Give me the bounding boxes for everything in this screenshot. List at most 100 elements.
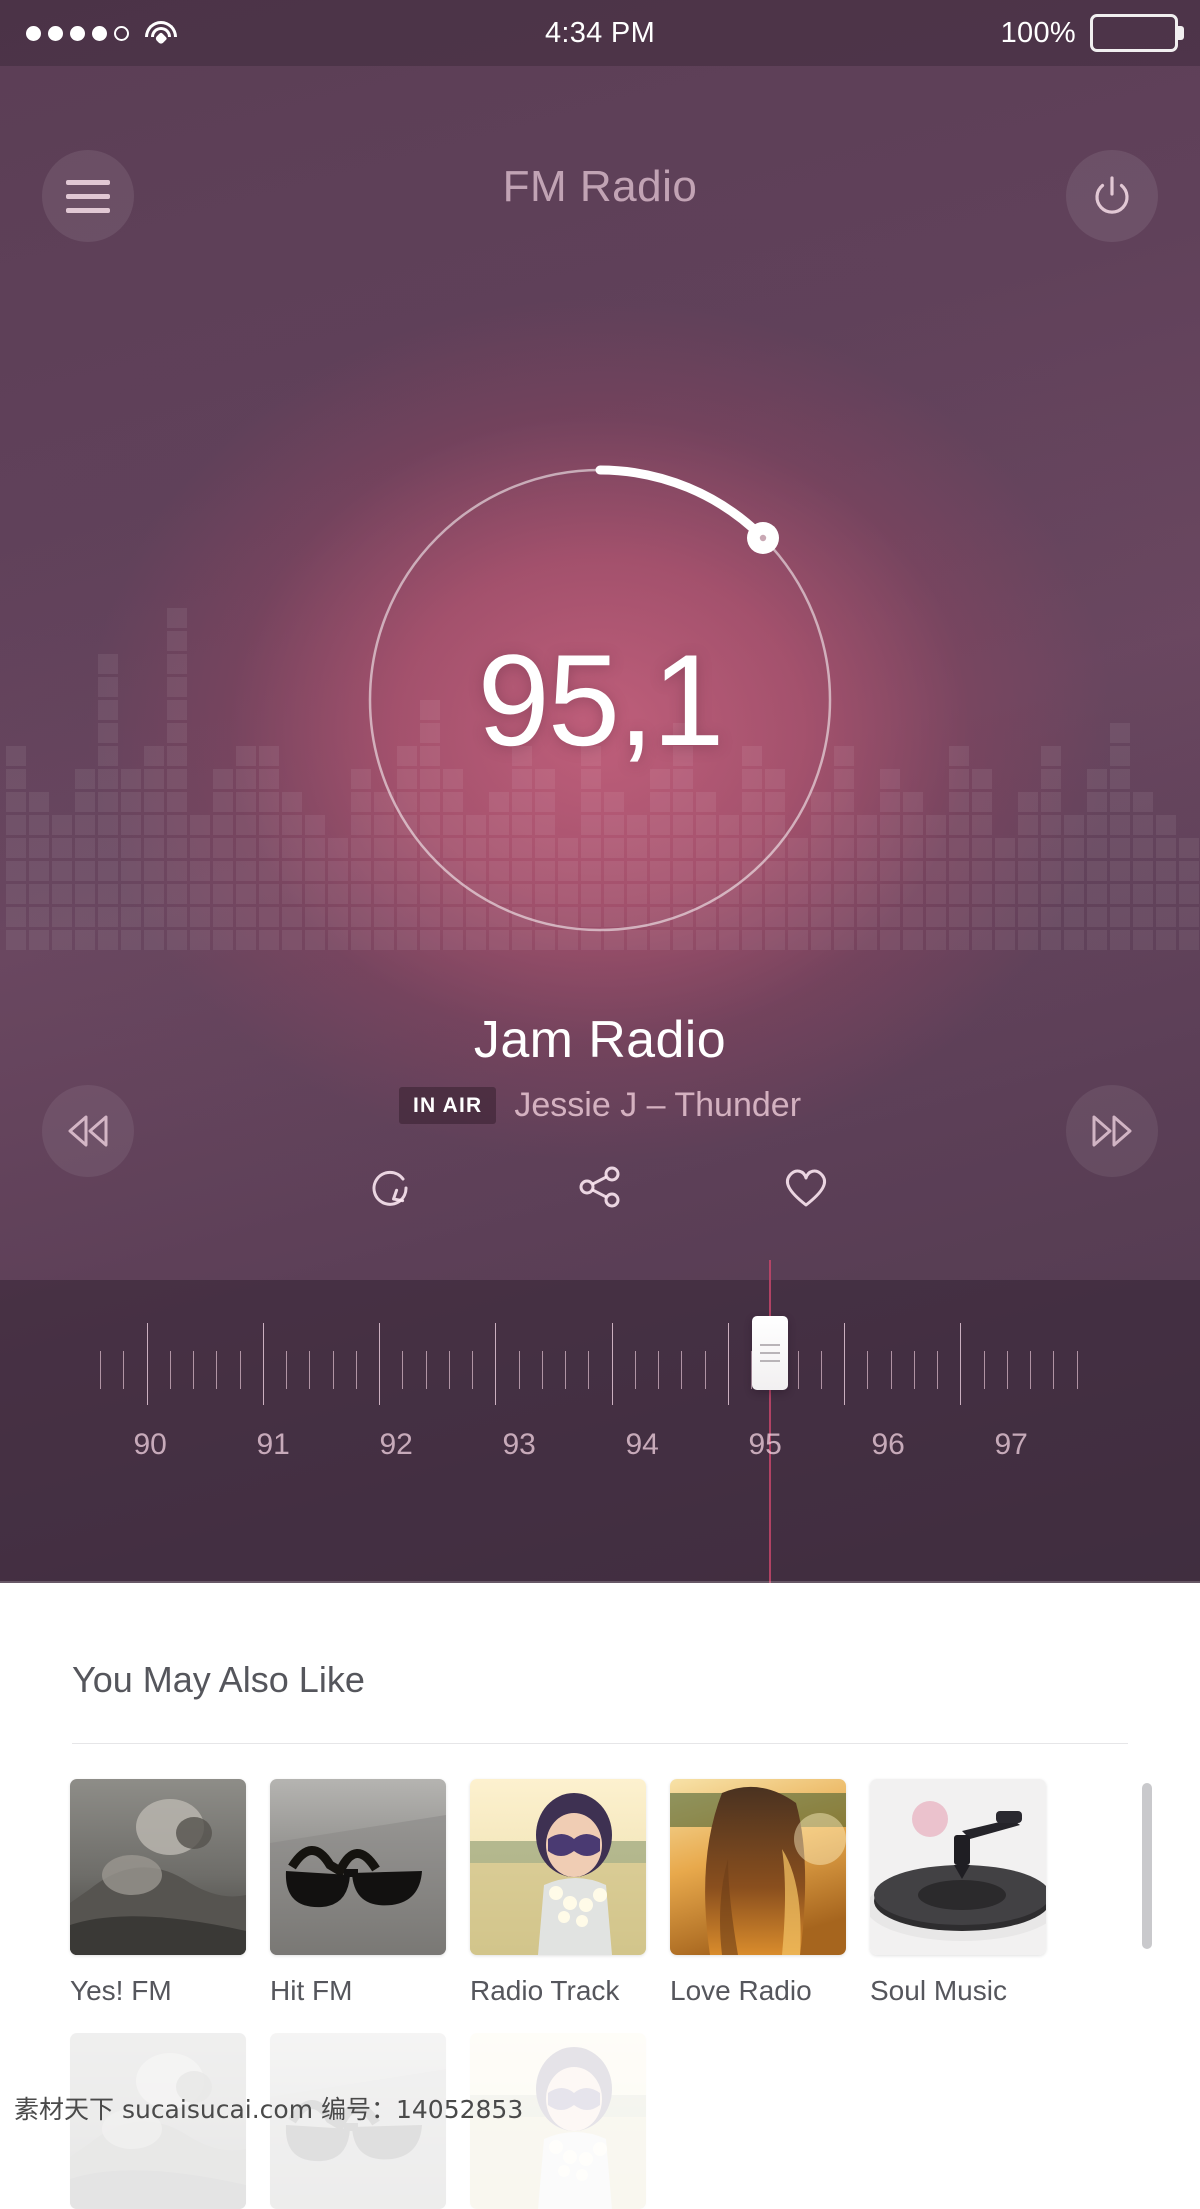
recommendations-panel: You May Also Like Yes! FM Hit FM Radio T… bbox=[0, 1583, 1200, 2209]
status-bar-right: 100% bbox=[1000, 14, 1184, 52]
action-bar bbox=[0, 1160, 1200, 1214]
station-card[interactable]: Love Radio bbox=[670, 1779, 846, 2007]
equalizer-column bbox=[190, 815, 210, 950]
previous-station-button[interactable] bbox=[42, 1085, 134, 1177]
favorite-button[interactable] bbox=[779, 1160, 833, 1214]
station-thumbnail[interactable] bbox=[670, 1779, 846, 1955]
station-thumbnail[interactable] bbox=[70, 1779, 246, 1955]
frequency-dial[interactable]: 95,1 bbox=[368, 465, 832, 932]
fast-forward-icon bbox=[1092, 1115, 1132, 1147]
player-panel: 4:34 PM 100% FM Radio 95,1 Jam Radio IN … bbox=[0, 0, 1200, 1583]
equalizer-column bbox=[857, 815, 877, 950]
station-thumbnail[interactable] bbox=[470, 1779, 646, 1955]
tuner-tick-minor bbox=[913, 1351, 915, 1389]
share-button[interactable] bbox=[573, 1160, 627, 1214]
equalizer-column bbox=[259, 746, 279, 950]
equalizer-column bbox=[880, 769, 900, 950]
equalizer-column bbox=[52, 815, 72, 950]
tuner-ticks bbox=[100, 1323, 1100, 1405]
station-card[interactable]: Soul Music bbox=[870, 1779, 1046, 2007]
tuner-label: 93 bbox=[502, 1428, 536, 1461]
section-title: You May Also Like bbox=[72, 1659, 365, 1700]
tuner-tick-minor bbox=[1076, 1351, 1078, 1389]
equalizer-column bbox=[1110, 723, 1130, 950]
tuner-tick-minor bbox=[1006, 1351, 1008, 1389]
repeat-button[interactable] bbox=[367, 1160, 421, 1214]
station-card-label: Yes! FM bbox=[70, 1975, 172, 2006]
tuner-tick-minor bbox=[658, 1351, 659, 1389]
tuner-tick-minor bbox=[588, 1351, 589, 1389]
battery-icon bbox=[1090, 14, 1184, 52]
equalizer-column bbox=[949, 746, 969, 950]
tuner-tick-major bbox=[146, 1323, 148, 1405]
tuner-label: 97 bbox=[994, 1428, 1028, 1461]
frequency-value: 95,1 bbox=[477, 627, 724, 773]
station-card[interactable]: Radio Track bbox=[470, 1779, 646, 2007]
tuner-tick-major bbox=[379, 1323, 380, 1405]
watermark: 素材天下 sucaisucai.com 编号：14052853 bbox=[14, 2095, 524, 2124]
tuner-tick-minor bbox=[867, 1351, 868, 1389]
station-thumbnail[interactable] bbox=[870, 1779, 1046, 1955]
tuner-tick-major bbox=[262, 1323, 264, 1405]
tuner-tick-minor bbox=[565, 1351, 566, 1389]
status-badge: IN AIR bbox=[398, 1087, 497, 1124]
recommendations-grid: Yes! FM Hit FM Radio Track Love Radio So… bbox=[70, 1779, 1130, 2007]
station-card[interactable]: Yes! FM bbox=[70, 1779, 246, 2007]
repeat-icon bbox=[372, 1170, 408, 1206]
heart-icon bbox=[785, 1169, 827, 1207]
station-card-label: Hit FM bbox=[270, 1975, 353, 2006]
tuner-tick-minor bbox=[634, 1351, 636, 1389]
tuner-tick-minor bbox=[355, 1351, 357, 1389]
tuner-tick-minor bbox=[797, 1351, 799, 1389]
tuner-labels: 90 91 92 93 94 95 96 97 bbox=[100, 1428, 1100, 1468]
tuner-scale[interactable]: 90 91 92 93 94 95 96 97 bbox=[0, 1260, 1200, 1583]
tuner-tick-minor bbox=[1053, 1351, 1054, 1389]
tuner-label: 94 bbox=[625, 1428, 659, 1461]
scrollbar-thumb[interactable] bbox=[1142, 1783, 1152, 1949]
equalizer-column bbox=[995, 838, 1015, 950]
power-button[interactable] bbox=[1066, 150, 1158, 242]
equalizer-column bbox=[903, 792, 923, 950]
tuner-tick-major bbox=[611, 1323, 613, 1405]
equalizer-column bbox=[305, 815, 325, 950]
equalizer-column bbox=[1087, 769, 1107, 950]
equalizer-column bbox=[6, 746, 26, 950]
tuner-tick-minor bbox=[425, 1351, 427, 1389]
tuner-tick-minor bbox=[402, 1351, 403, 1389]
equalizer-column bbox=[926, 815, 946, 950]
tuner-label: 92 bbox=[379, 1428, 413, 1461]
tuner-tick-minor bbox=[193, 1351, 194, 1389]
equalizer-column bbox=[1041, 746, 1061, 950]
tuner-label: 91 bbox=[256, 1428, 290, 1461]
tuner-tick-minor bbox=[681, 1351, 682, 1389]
tuner-handle[interactable] bbox=[752, 1316, 788, 1390]
power-icon bbox=[1095, 176, 1129, 214]
equalizer-column bbox=[213, 769, 233, 950]
tuner-tick-major bbox=[495, 1323, 496, 1405]
tuner-tick-minor bbox=[169, 1351, 171, 1389]
station-card[interactable]: Hit FM bbox=[270, 1779, 446, 2007]
equalizer-column bbox=[1018, 792, 1038, 950]
equalizer-column bbox=[282, 792, 302, 950]
station-thumbnail[interactable] bbox=[270, 1779, 446, 1955]
battery-percent-label: 100% bbox=[1000, 16, 1076, 49]
tuner-tick-minor bbox=[216, 1351, 217, 1389]
equalizer-column bbox=[121, 769, 141, 950]
tuner-label: 95 bbox=[748, 1428, 782, 1461]
station-card-label: Love Radio bbox=[670, 1975, 812, 2006]
equalizer-column bbox=[98, 654, 118, 950]
rewind-icon bbox=[68, 1115, 108, 1147]
track-title: Jessie J – Thunder bbox=[514, 1086, 802, 1124]
station-card-label: Radio Track bbox=[470, 1975, 620, 2006]
tuner-tick-minor bbox=[890, 1351, 892, 1389]
next-station-button[interactable] bbox=[1066, 1085, 1158, 1177]
station-name: Jam Radio bbox=[473, 1011, 727, 1069]
equalizer-column bbox=[29, 792, 49, 950]
tuner-indicator-line bbox=[769, 1260, 771, 1583]
page-title: FM Radio bbox=[502, 162, 698, 211]
tuner-tick-minor bbox=[448, 1351, 450, 1389]
tuner-tick-minor bbox=[309, 1351, 310, 1389]
app-header: FM Radio bbox=[0, 150, 1200, 250]
tuner-label: 90 bbox=[133, 1428, 167, 1461]
status-bar: 4:34 PM 100% bbox=[0, 0, 1200, 66]
